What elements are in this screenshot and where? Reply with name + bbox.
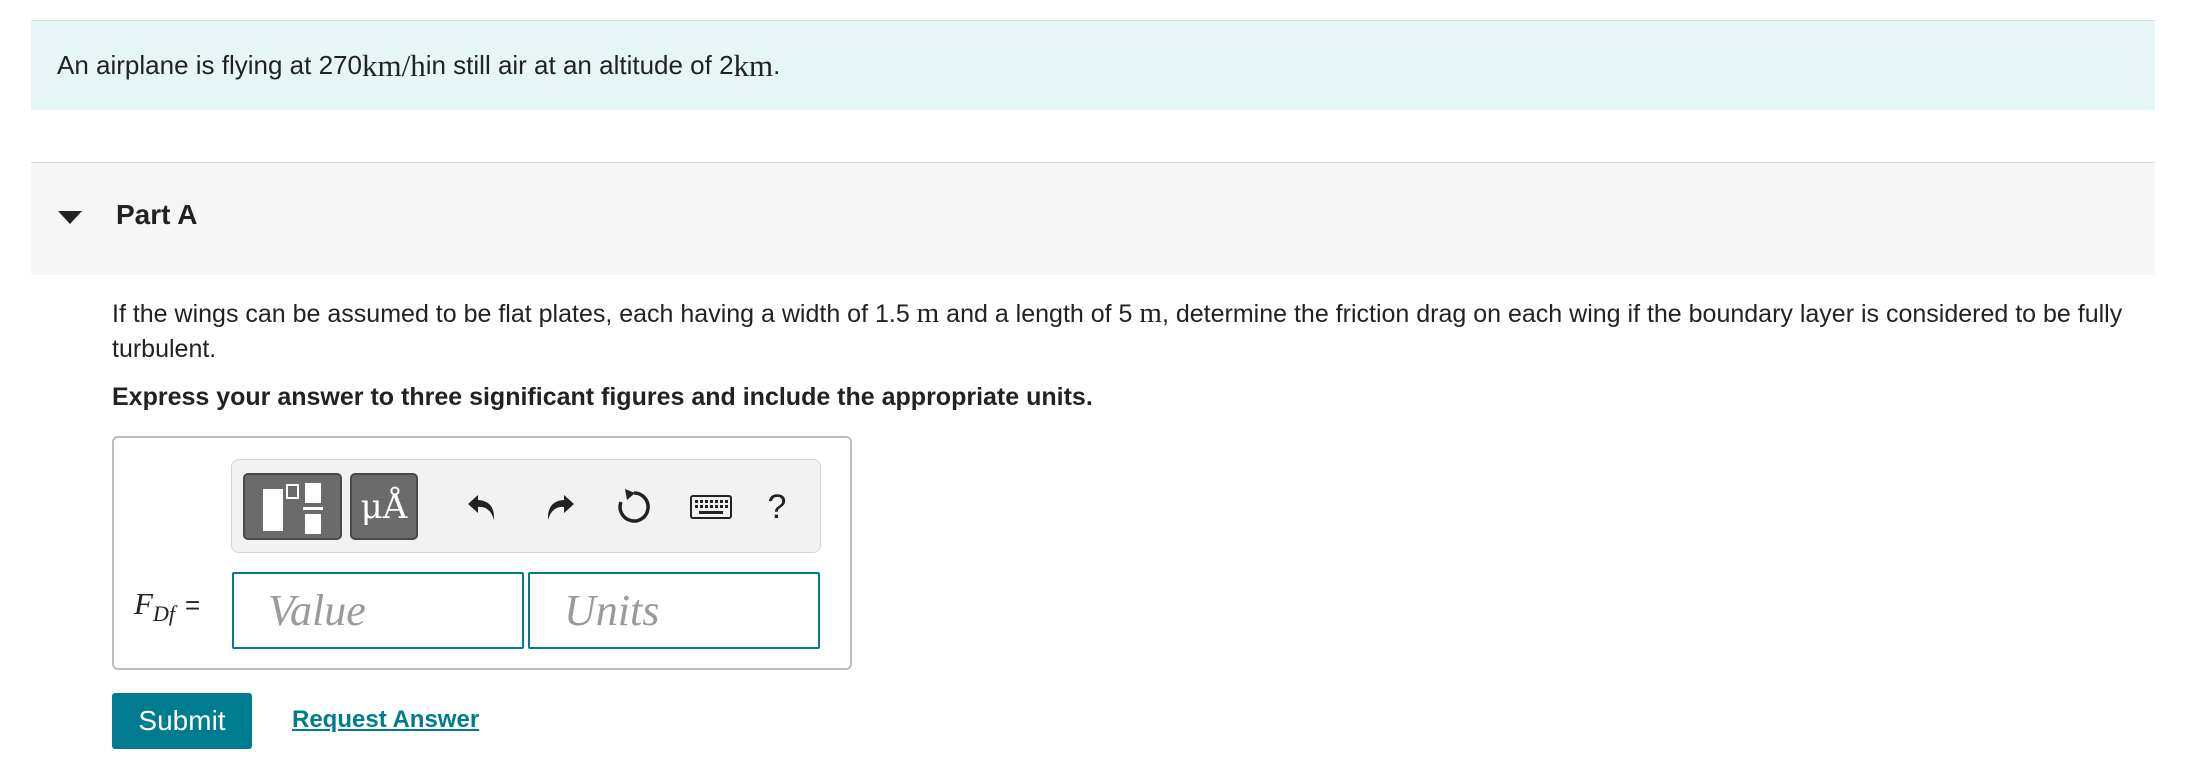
part-title: Part A [116, 199, 198, 230]
problem-intro: An airplane is flying at 270 km/h in sti… [31, 20, 2155, 110]
intro-text-2: in still air at an altitude of 2 [425, 50, 734, 80]
question-unit-length: m [1139, 297, 1162, 329]
redo-button[interactable] [532, 480, 586, 534]
question-text-1: If the wings can be assumed to be flat p… [112, 300, 917, 328]
part-a-header[interactable]: Part A [31, 162, 2155, 275]
variable-label: FDf = [134, 586, 200, 627]
keyboard-button[interactable] [684, 480, 738, 534]
units-input[interactable] [528, 572, 820, 649]
templates-button[interactable] [243, 473, 342, 540]
equals-sign: = [184, 590, 201, 620]
question-text-2: and a length of 5 [939, 300, 1140, 328]
request-answer-link[interactable]: Request Answer [292, 706, 479, 734]
undo-icon [468, 495, 495, 520]
collapse-caret-icon[interactable] [58, 211, 82, 224]
value-input[interactable] [232, 572, 524, 649]
keyboard-icon [690, 495, 732, 519]
undo-button[interactable] [456, 480, 510, 534]
intro-unit-speed: km/h [361, 47, 426, 83]
question-unit-width: m [916, 297, 940, 329]
math-toolbar: μÅ ? [231, 459, 821, 553]
answer-box: μÅ ? FDf = Value Units [112, 436, 852, 670]
redo-icon [547, 495, 574, 520]
symbols-button[interactable]: μÅ [350, 473, 418, 540]
answer-instruction: Express your answer to three significant… [112, 383, 1093, 411]
intro-text-1: An airplane is flying at 270 [57, 50, 362, 80]
submit-button[interactable]: Submit [112, 693, 252, 749]
variable-subscript: Df [152, 601, 175, 627]
variable-main: F [134, 586, 153, 621]
reset-button[interactable] [607, 480, 661, 534]
help-button[interactable]: ? [750, 480, 804, 534]
templates-icon [263, 483, 323, 534]
intro-text-3: . [773, 50, 781, 80]
problem-page: An airplane is flying at 270 km/h in sti… [0, 0, 2186, 768]
reset-icon [618, 489, 650, 523]
question-text: If the wings can be assumed to be flat p… [112, 296, 2152, 367]
intro-unit-altitude: km [733, 47, 774, 83]
